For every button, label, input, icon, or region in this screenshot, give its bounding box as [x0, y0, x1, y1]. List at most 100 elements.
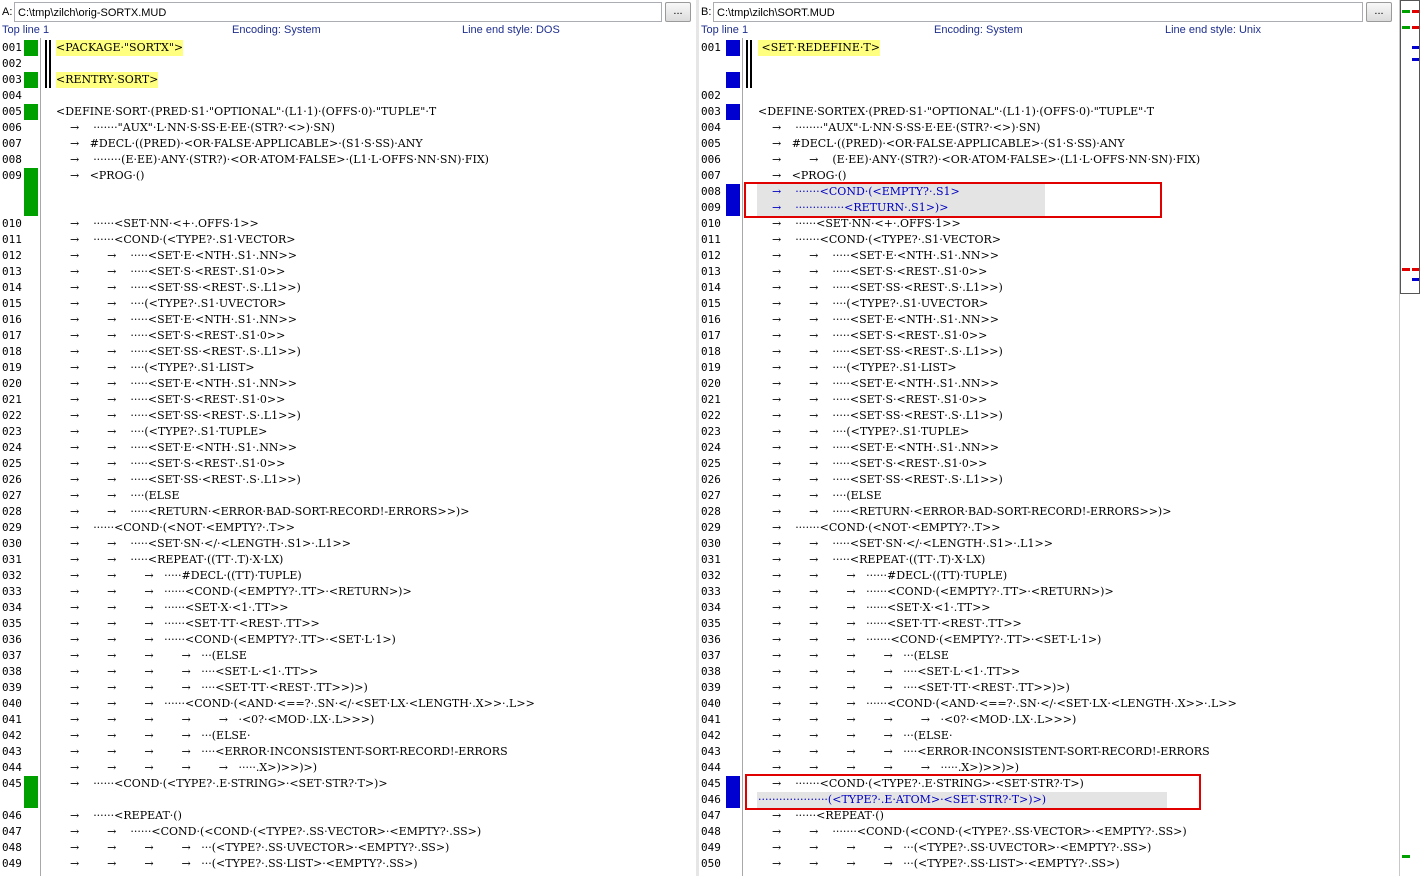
code-line[interactable]: 022 → → ·····<SET·SS·<REST·.S·.L1>>)	[0, 408, 696, 424]
code-line[interactable]: 004	[0, 88, 696, 104]
code-line[interactable]: 025 → → ·····<SET·S·<REST·.S1·0>>	[0, 456, 696, 472]
code-line[interactable]: 002	[699, 88, 1397, 104]
code-line[interactable]: 006 → → (E·EE)·ANY·(STR?)·<OR·ATOM·FALSE…	[699, 152, 1397, 168]
code-line[interactable]: 035 → → → ······<SET·TT·<REST·.TT>>	[699, 616, 1397, 632]
code-line[interactable]: 024 → → ·····<SET·E·<NTH·.S1·.NN>>	[0, 440, 696, 456]
code-line[interactable]: 018 → → ·····<SET·SS·<REST·.S·.L1>>)	[0, 344, 696, 360]
code-line[interactable]: 047 → → ······<COND·(<COND·(<TYPE?·.SS·V…	[0, 824, 696, 840]
code-line[interactable]: 039 → → → → ····<SET·TT·<REST·.TT>>)>)	[699, 680, 1397, 696]
code-line[interactable]: 004 → ········"AUX"·L·NN·S·SS·E·EE·(STR?…	[699, 120, 1397, 136]
code-line[interactable]: 015 → → ····(<TYPE?·.S1·UVECTOR>	[0, 296, 696, 312]
code-line[interactable]: 047 → ······<REPEAT·()	[699, 808, 1397, 824]
code-line[interactable]: 006 → ·······"AUX"·L·NN·S·SS·E·EE·(STR?·…	[0, 120, 696, 136]
code-line[interactable]: 010 → ······<SET·NN·<+·.OFFS·1>>	[699, 216, 1397, 232]
code-line[interactable]: 021 → → ·····<SET·S·<REST·.S1·0>>	[699, 392, 1397, 408]
code-line[interactable]: 017 → → ·····<SET·S·<REST·.S1·0>>	[699, 328, 1397, 344]
code-line[interactable]: 025 → → ·····<SET·S·<REST·.S1·0>>	[699, 456, 1397, 472]
code-line[interactable]: 039 → → → → ····<SET·TT·<REST·.TT>>)>)	[0, 680, 696, 696]
code-line[interactable]: 037 → → → → ···(ELSE	[0, 648, 696, 664]
code-line[interactable]: 013 → → ·····<SET·S·<REST·.S1·0>>	[0, 264, 696, 280]
code-line[interactable]: 038 → → → → ····<SET·L·<1·.TT>>	[699, 664, 1397, 680]
code-line[interactable]: 048 → → → → ···(<TYPE?·.SS·UVECTOR>·<EMP…	[0, 840, 696, 856]
code-line[interactable]: 019 → → ····(<TYPE?·.S1·LIST>	[0, 360, 696, 376]
code-line[interactable]: 049 → → → → ···(<TYPE?·.SS·LIST>·<EMPTY?…	[0, 856, 696, 872]
code-line[interactable]: 045 → ······<COND·(<TYPE?·.E·STRING>·<SE…	[0, 776, 696, 792]
code-line[interactable]: 019 → → ····(<TYPE?·.S1·LIST>	[699, 360, 1397, 376]
code-line[interactable]: 020 → → ·····<SET·E·<NTH·.S1·.NN>>	[0, 376, 696, 392]
code-line[interactable]: 044 → → → → → ·····.X>)>>)>)	[0, 760, 696, 776]
code-line[interactable]: 033 → → → ······<COND·(<EMPTY?·.TT>·<RET…	[0, 584, 696, 600]
code-line[interactable]: 041 → → → → → ·<0?·<MOD·.LX·.L>>>)	[0, 712, 696, 728]
code-line[interactable]: 034 → → → ······<SET·X·<1·.TT>>	[699, 600, 1397, 616]
code-line[interactable]: 003 <DEFINE·SORTEX·(PRED·S1·"OPTIONAL"·(L…	[699, 104, 1397, 120]
code-line[interactable]: 040 → → → ······<COND·(<AND·<==?·.SN·</·…	[699, 696, 1397, 712]
code-line[interactable]: 010 → ······<SET·NN·<+·.OFFS·1>>	[0, 216, 696, 232]
code-line[interactable]: 033 → → → ······<COND·(<EMPTY?·.TT>·<RET…	[699, 584, 1397, 600]
code-line[interactable]: 016 → → ·····<SET·E·<NTH·.S1·.NN>>	[0, 312, 696, 328]
code-line[interactable]: 007 → #DECL·((PRED)·<OR·FALSE·APPLICABLE…	[0, 136, 696, 152]
code-line[interactable]: 048 → → ·······<COND·(<COND·(<TYPE?·.SS·…	[699, 824, 1397, 840]
code-line[interactable]: 029 → ······<COND·(<NOT·<EMPTY?·.T>>	[0, 520, 696, 536]
code-line[interactable]: 011 → ······<COND·(<TYPE?·.S1·VECTOR>	[0, 232, 696, 248]
code-line[interactable]: 022 → → ·····<SET·SS·<REST·.S·.L1>>)	[699, 408, 1397, 424]
code-line[interactable]: 024 → → ·····<SET·E·<NTH·.S1·.NN>>	[699, 440, 1397, 456]
code-line[interactable]: 005 <DEFINE·SORT·(PRED·S1·"OPTIONAL"·(L1·…	[0, 104, 696, 120]
code-line[interactable]: 026 → → ·····<SET·SS·<REST·.S·.L1>>)	[699, 472, 1397, 488]
code-line[interactable]: 035 → → → ······<SET·TT·<REST·.TT>>	[0, 616, 696, 632]
code-line[interactable]: 023 → → ····(<TYPE?·.S1·TUPLE>	[0, 424, 696, 440]
code-line[interactable]: 008 → ········(E·EE)·ANY·(STR?)·<OR·ATOM…	[0, 152, 696, 168]
code-line[interactable]: 049 → → → → ···(<TYPE?·.SS·UVECTOR>·<EMP…	[699, 840, 1397, 856]
code-line[interactable]: 036 → → → ······<COND·(<EMPTY?·.TT>·<SET…	[0, 632, 696, 648]
code-line[interactable]: 028 → → ·····<RETURN·<ERROR·BAD-SORT-REC…	[699, 504, 1397, 520]
right-path-field[interactable]: C:\tmp\zilch\SORT.MUD	[713, 2, 1363, 22]
code-line[interactable]: 037 → → → → ···(ELSE	[699, 648, 1397, 664]
diff-overview-bar[interactable]	[1399, 0, 1421, 876]
code-line[interactable]: 043 → → → → ····<ERROR·INCONSISTENT-SORT…	[699, 744, 1397, 760]
left-code-view[interactable]: 001 <PACKAGE·"SORTX"> 002 003 <RENTRY·SORT> 0…	[0, 38, 696, 876]
code-line[interactable]: 015 → → ····(<TYPE?·.S1·UVECTOR>	[699, 296, 1397, 312]
code-line[interactable]: 012 → → ·····<SET·E·<NTH·.S1·.NN>>	[699, 248, 1397, 264]
code-line[interactable]: 018 → → ·····<SET·SS·<REST·.S·.L1>>)	[699, 344, 1397, 360]
code-line[interactable]: 030 → → ·····<SET·SN·</·<LENGTH·.S1>·.L1…	[699, 536, 1397, 552]
code-line[interactable]: 023 → → ····(<TYPE?·.S1·TUPLE>	[699, 424, 1397, 440]
code-line[interactable]: 032 → → → ······#DECL·((TT)·TUPLE)	[699, 568, 1397, 584]
left-browse-button[interactable]: ...	[665, 2, 691, 22]
code-line[interactable]: 030 → → ·····<SET·SN·</·<LENGTH·.S1>·.L1…	[0, 536, 696, 552]
code-line[interactable]: 031 → → ·····<REPEAT·((TT·.T)·X·LX)	[699, 552, 1397, 568]
code-line[interactable]: 034 → → → ······<SET·X·<1·.TT>>	[0, 600, 696, 616]
code-line[interactable]: 011 → ·······<COND·(<TYPE?·.S1·VECTOR>	[699, 232, 1397, 248]
code-line[interactable]: 027 → → ····(ELSE	[699, 488, 1397, 504]
code-line[interactable]: 036 → → → ·······<COND·(<EMPTY?·.TT>·<SE…	[699, 632, 1397, 648]
code-line[interactable]: 014 → → ·····<SET·SS·<REST·.S·.L1>>)	[699, 280, 1397, 296]
code-line[interactable]: 028 → → ·····<RETURN·<ERROR·BAD-SORT-REC…	[0, 504, 696, 520]
code-line[interactable]: 009 → <PROG·()	[0, 168, 696, 184]
code-line[interactable]: 042 → → → → ···(ELSE·	[699, 728, 1397, 744]
code-line[interactable]: 012 → → ·····<SET·E·<NTH·.S1·.NN>>	[0, 248, 696, 264]
code-line[interactable]: 050 → → → → ···(<TYPE?·.SS·LIST>·<EMPTY?…	[699, 856, 1397, 872]
left-path-field[interactable]: C:\tmp\zilch\orig-SORTX.MUD	[14, 2, 662, 22]
code-line[interactable]: 020 → → ·····<SET·E·<NTH·.S1·.NN>>	[699, 376, 1397, 392]
code-line[interactable]: 040 → → → ······<COND·(<AND·<==?·.SN·</·…	[0, 696, 696, 712]
code-line[interactable]: 032 → → → ·····#DECL·((TT)·TUPLE)	[0, 568, 696, 584]
code-line[interactable]: 017 → → ·····<SET·S·<REST·.S1·0>>	[0, 328, 696, 344]
code-line[interactable]: 016 → → ·····<SET·E·<NTH·.S1·.NN>>	[699, 312, 1397, 328]
code-line[interactable]: 026 → → ·····<SET·SS·<REST·.S·.L1>>)	[0, 472, 696, 488]
code-line[interactable]: 013 → → ·····<SET·S·<REST·.S1·0>>	[699, 264, 1397, 280]
right-browse-button[interactable]: ...	[1366, 2, 1392, 22]
code-line[interactable]: 041 → → → → → ·<0?·<MOD·.LX·.L>>>)	[699, 712, 1397, 728]
code-line[interactable]: 029 → ·······<COND·(<NOT·<EMPTY?·.T>>	[699, 520, 1397, 536]
code-line[interactable]: 001 <SET·REDEFINE·T>	[699, 40, 1397, 56]
code-line[interactable]: 046 → ······<REPEAT·()	[0, 808, 696, 824]
code-line[interactable]: 014 → → ·····<SET·SS·<REST·.S·.L1>>)	[0, 280, 696, 296]
code-line[interactable]: 043 → → → → ····<ERROR·INCONSISTENT-SORT…	[0, 744, 696, 760]
overview-viewport[interactable]	[1400, 0, 1420, 294]
code-line[interactable]: 005 → #DECL·((PRED)·<OR·FALSE·APPLICABLE…	[699, 136, 1397, 152]
right-code-view[interactable]: 001 <SET·REDEFINE·T> 002 003 <DEFINE·SORTEX…	[699, 38, 1397, 876]
code-line[interactable]: 027 → → ····(ELSE	[0, 488, 696, 504]
code-line[interactable]: 002	[0, 56, 696, 72]
code-line[interactable]: 031 → → ·····<REPEAT·((TT·.T)·X·LX)	[0, 552, 696, 568]
code-line[interactable]: 042 → → → → ···(ELSE·	[0, 728, 696, 744]
code-line[interactable]: 001 <PACKAGE·"SORTX">	[0, 40, 696, 56]
code-line[interactable]: 021 → → ·····<SET·S·<REST·.S1·0>>	[0, 392, 696, 408]
code-line[interactable]: 038 → → → → ····<SET·L·<1·.TT>>	[0, 664, 696, 680]
